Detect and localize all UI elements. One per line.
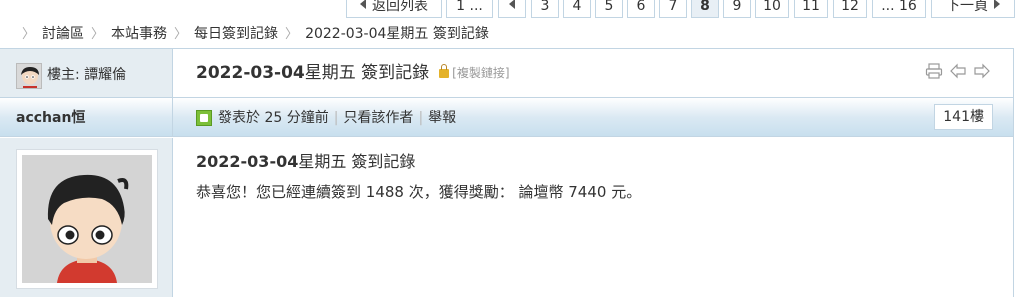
post-title-date: 2022-03-04 [196,152,299,171]
pagination: 返回列表 1 ... 3 4 5 6 7 8 9 10 11 12 ... 16… [0,0,1024,18]
arrow-left-icon [360,0,366,9]
thread-title-text: 星期五 簽到記錄 [304,63,430,83]
breadcrumb-forum[interactable]: 討論區 [42,26,84,42]
page-link[interactable]: 3 [531,0,559,18]
page-link[interactable]: 9 [723,0,751,18]
thread-title-bar: 樓主: 譚耀倫 2022-03-04星期五 簽到記錄 [複製鏈接] [0,49,1013,97]
author-name-link[interactable]: acchan恒 [16,108,85,128]
next-page-button[interactable]: 下一頁 [931,0,1015,18]
prev-page-button[interactable] [498,0,526,18]
prev-thread-icon[interactable] [949,63,967,79]
post-time: 發表於 25 分鐘前 [218,110,329,126]
page-link[interactable]: 4 [563,0,591,18]
arrow-right-icon [994,0,1000,9]
thread-title: 2022-03-04星期五 簽到記錄 [複製鏈接] [196,61,510,85]
author-profile [0,138,173,297]
arrow-left-icon [509,0,515,9]
page-link-last[interactable]: ... 16 [872,0,926,18]
page-link-current[interactable]: 8 [691,0,719,18]
post-frame: 樓主: 譚耀倫 2022-03-04星期五 簽到記錄 [複製鏈接] acchan恒… [0,48,1014,297]
post-title-text: 星期五 簽到記錄 [298,152,416,171]
divider: | [418,110,424,126]
page-link[interactable]: 6 [627,0,655,18]
copy-link-button[interactable]: [複製鏈接] [452,66,509,80]
author-cell: acchan恒 [0,98,173,136]
author-avatar[interactable] [16,149,158,289]
op-avatar[interactable] [16,63,42,89]
op-info: 樓主: 譚耀倫 [0,49,173,97]
post-message: 恭喜您！您已經連續簽到 1488 次，獲得獎勵： 論壇幣 7440 元。 [196,183,642,201]
thread-tools [925,63,991,79]
post-icon [196,110,212,126]
post-body: 2022-03-04星期五 簽到記錄 恭喜您！您已經連續簽到 1488 次，獲得… [0,138,1013,297]
page-link[interactable]: 11 [794,0,828,18]
post-author-bar: acchan恒 發表於 25 分鐘前 | 只看該作者 | 舉報 141樓 [0,97,1013,137]
breadcrumb-daily-checkin[interactable]: 每日簽到記錄 [194,26,278,42]
report-link[interactable]: 舉報 [428,108,456,128]
avatar-frame [22,155,152,283]
page-link[interactable]: 12 [833,0,867,18]
breadcrumb: 〉討論區〉本站事務〉每日簽到記錄〉 2022-03-04星期五 簽到記錄 [22,24,489,44]
page-link[interactable]: 7 [659,0,687,18]
page-link[interactable]: 5 [595,0,623,18]
breadcrumb-current-thread[interactable]: 2022-03-04星期五 簽到記錄 [305,26,489,42]
post-info: 發表於 25 分鐘前 | 只看該作者 | 舉報 [196,108,456,128]
op-label: 樓主: 譚耀倫 [47,67,127,83]
page-link[interactable]: 10 [755,0,789,18]
back-to-list-button[interactable]: 返回列表 [346,0,442,18]
breadcrumb-separator: 〉 [174,27,188,42]
only-author-link[interactable]: 只看該作者 [343,108,413,128]
avatar-cartoon-icon [22,155,152,283]
lock-icon [439,64,450,78]
thread-title-date: 2022-03-04 [196,63,305,83]
print-icon[interactable] [925,63,943,79]
floor-number[interactable]: 141樓 [934,104,993,130]
breadcrumb-separator: 〉 [285,27,299,42]
breadcrumb-site-affairs[interactable]: 本站事務 [111,26,167,42]
breadcrumb-separator: 〉 [22,27,36,42]
divider: | [333,110,339,126]
breadcrumb-separator: 〉 [91,27,105,42]
avatar-face-icon [17,64,41,88]
post-title: 2022-03-04星期五 簽到記錄 [196,150,415,174]
page-link-first[interactable]: 1 ... [446,0,493,18]
next-thread-icon[interactable] [973,63,991,79]
